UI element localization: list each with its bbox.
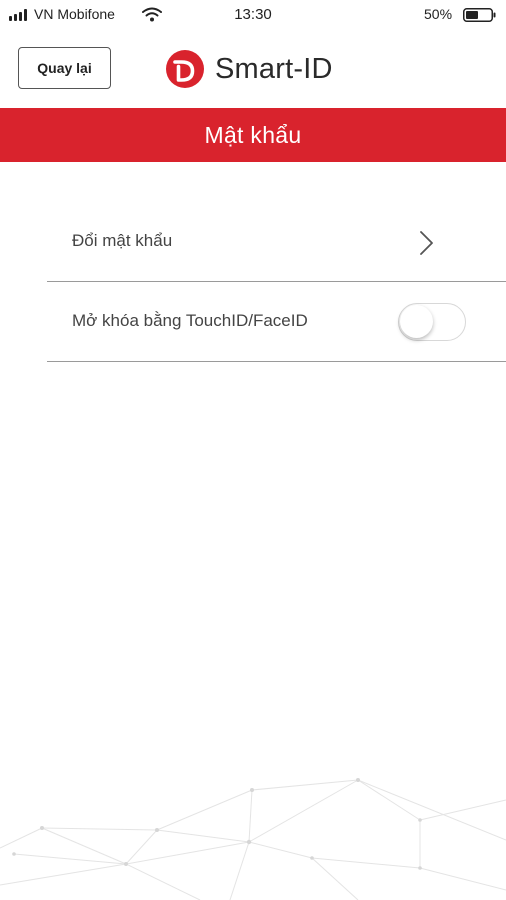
background-network-pattern (0, 778, 506, 900)
menu-item-change-password[interactable]: Đổi mật khẩu (47, 202, 506, 282)
smart-id-logo (166, 50, 204, 88)
battery-icon (463, 8, 496, 22)
status-bar: VN Mobifone 13:30 50% (0, 0, 506, 30)
battery-percent: 50% (424, 6, 453, 22)
menu-item-label: Mở khóa bằng TouchID/FaceID (72, 311, 308, 330)
biometric-toggle[interactable] (398, 303, 466, 341)
toggle-knob (400, 305, 433, 338)
menu-item-label: Đổi mật khẩu (72, 231, 173, 250)
brand: Smart-ID (166, 50, 333, 88)
brand-name: Smart-ID (215, 52, 333, 85)
page-title: Mật khẩu (204, 121, 302, 148)
chevron-right-icon (420, 231, 433, 255)
back-button[interactable]: Quay lại (18, 47, 111, 89)
page-title-bar: Mật khẩu (0, 108, 506, 162)
menu-item-biometric-unlock: Mở khóa bằng TouchID/FaceID (47, 282, 506, 362)
